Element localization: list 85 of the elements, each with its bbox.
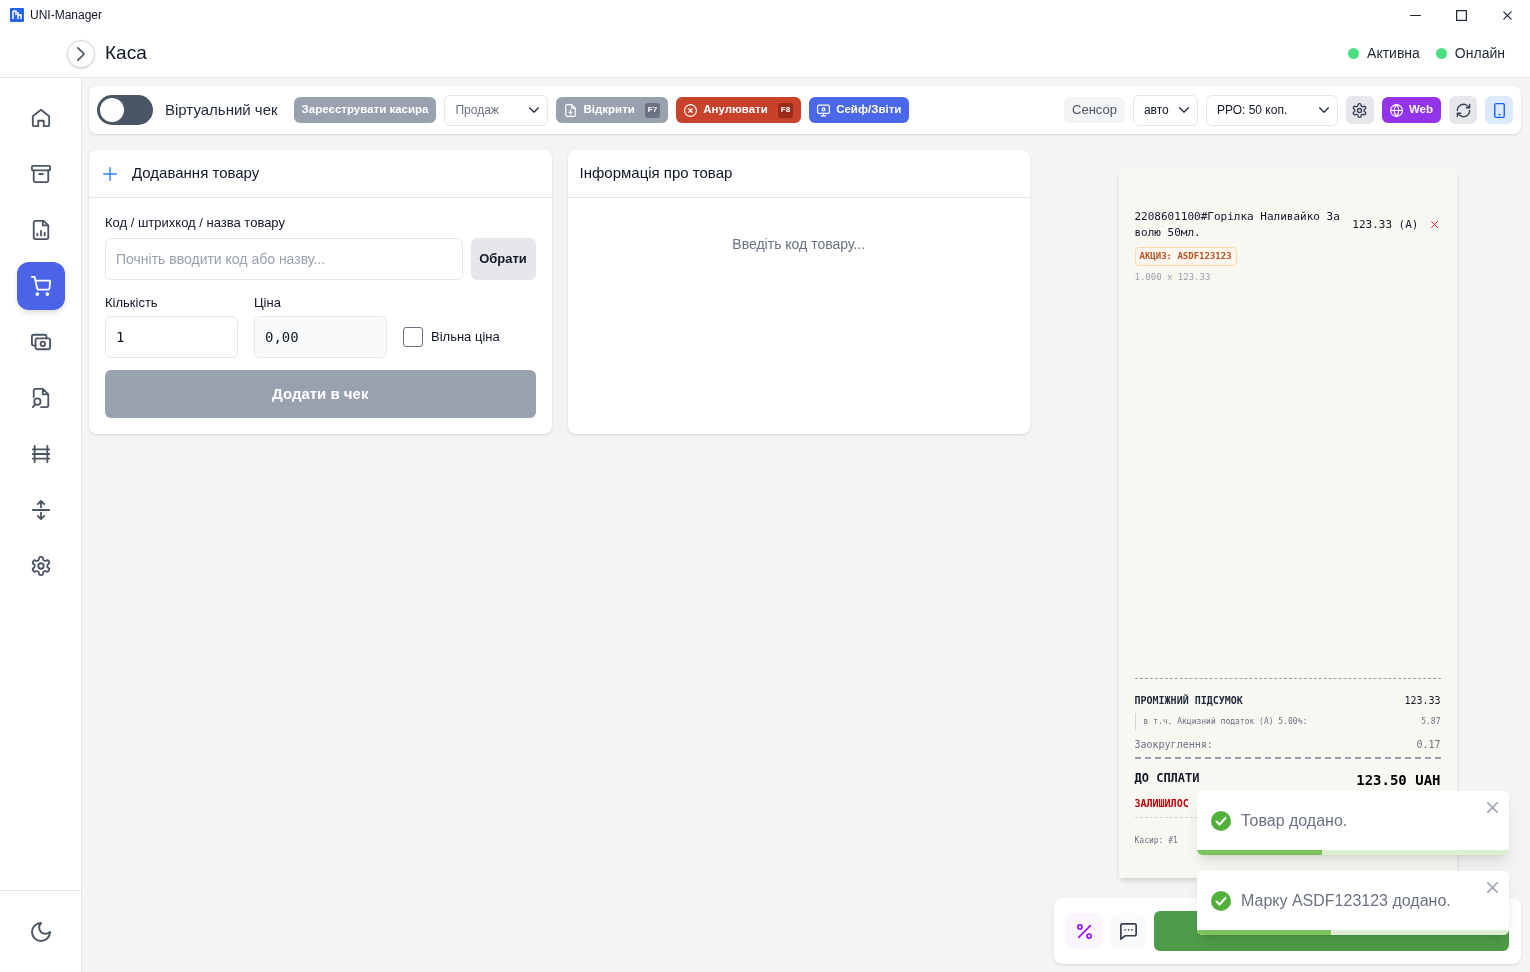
receipt-item-quantity: 1.000 x 123.33 [1134, 271, 1211, 283]
phone-icon [1491, 102, 1507, 118]
toggle-label: Віртуальний чек [165, 99, 278, 120]
collapse-button[interactable] [67, 39, 95, 68]
toolbar-button[interactable]: Відкрити F7 [556, 97, 669, 123]
excise-tag: АКЦИЗ: ASDF123123 [1134, 247, 1237, 266]
receipt-item-name: 2208601100#Горілка Наливайко За волю 50мл. [1134, 209, 1341, 241]
monitor-icon [817, 103, 831, 117]
card-title: Додавання товару [132, 163, 260, 184]
shortcut-key: F8 [777, 102, 794, 118]
chevron-down-icon [1178, 105, 1189, 115]
discount-button[interactable] [1066, 913, 1102, 949]
remaining-label: ЗАЛИШИЛОС [1134, 796, 1189, 811]
comment-button[interactable] [1110, 913, 1146, 949]
status-label: Активна [1367, 44, 1420, 63]
sidebar-item[interactable] [16, 262, 65, 310]
receipt-item-amount: 123.33 (А) [1352, 217, 1419, 233]
field-label: Кількість [105, 294, 159, 312]
gear-icon [1352, 102, 1368, 118]
chevron-down-icon [529, 105, 540, 115]
shortcut-key: F7 [644, 102, 661, 118]
close-icon [1501, 9, 1513, 21]
toggle-switch[interactable] [97, 95, 153, 125]
app-logo-icon [10, 8, 24, 22]
remove-item-button[interactable] [1430, 221, 1438, 228]
close-icon [1487, 802, 1498, 813]
field-label: Код / штрихкод / назва товару [105, 214, 286, 232]
dropdown[interactable]: авто [1132, 94, 1198, 126]
circle-x-icon [684, 103, 698, 117]
toast-message: Товар додано. [1241, 810, 1348, 831]
split-arrows-icon [30, 500, 51, 520]
cart-icon [30, 276, 51, 296]
close-button[interactable] [1487, 802, 1498, 813]
receipt-value: 5.87 [1421, 716, 1441, 728]
toast-message: Марку ASDF123123 додано. [1241, 890, 1451, 911]
dropdown[interactable]: РРО: 50 коп. [1205, 94, 1338, 126]
input-field[interactable]: 0,00 [254, 316, 387, 358]
receipt-value: 123.50 UAH [1356, 770, 1441, 790]
status-label: Онлайн [1454, 44, 1505, 63]
receipt-label: Заокруглення: [1134, 737, 1213, 752]
file-search-icon [30, 388, 51, 408]
page-title: Каса [105, 41, 147, 66]
search-field[interactable]: Почніть вводити код або назву... [105, 238, 463, 280]
receipt-value: 0.17 [1416, 737, 1441, 752]
checkbox-label: Вільна ціна [431, 328, 500, 347]
close-button[interactable] [1487, 882, 1498, 893]
field-label: Ціна [254, 294, 282, 312]
chevron-right-icon [74, 46, 88, 61]
check-circle-icon [1211, 810, 1231, 831]
archive-icon [30, 164, 51, 184]
receipt-label: ПРОМІЖНИЙ ПІДСУМОК [1134, 693, 1243, 708]
refresh-button[interactable] [1449, 96, 1477, 124]
maximize-icon [1455, 9, 1467, 21]
toolbar-button[interactable]: Сейф/Звіти [809, 97, 910, 123]
banknotes-icon [30, 332, 51, 352]
percent-icon [1076, 923, 1092, 939]
plus-icon [103, 166, 117, 181]
chevron-down-icon [1318, 105, 1329, 115]
rails-icon [30, 444, 51, 464]
device-button[interactable] [1485, 96, 1513, 124]
receipt-label: в т.ч. Акцизний податок (А) 5.00%: [1143, 716, 1308, 728]
card-title: Інформація про товар [579, 163, 733, 184]
file-plus-icon [564, 103, 578, 117]
empty-state-text: Введіть код товару... [732, 235, 866, 254]
close-icon [1487, 882, 1498, 893]
cross-icon [1430, 221, 1438, 228]
window-title: UNI-Manager [30, 7, 103, 24]
gear-icon [30, 556, 51, 576]
checkbox[interactable] [403, 327, 423, 347]
chat-icon [1119, 922, 1137, 940]
toolbar-button[interactable]: Анулювати F8 [676, 97, 802, 123]
input-field[interactable]: 1 [105, 316, 238, 358]
home-icon [30, 108, 51, 128]
globe-icon [1389, 103, 1403, 117]
cashier-text: Касир: #1 [1134, 836, 1178, 845]
refresh-icon [1455, 102, 1471, 118]
report-icon [30, 220, 51, 240]
check-circle-icon [1211, 890, 1231, 911]
receipt-value: 123.33 [1404, 693, 1441, 708]
settings-button[interactable] [1345, 96, 1374, 124]
moon-icon [30, 921, 51, 942]
mode-label: Сенсор [1064, 97, 1125, 123]
toolbar-button[interactable]: Web [1381, 97, 1441, 123]
receipt-label: ДО СПЛАТИ [1134, 770, 1200, 787]
pick-button[interactable]: Обрати [470, 238, 536, 280]
